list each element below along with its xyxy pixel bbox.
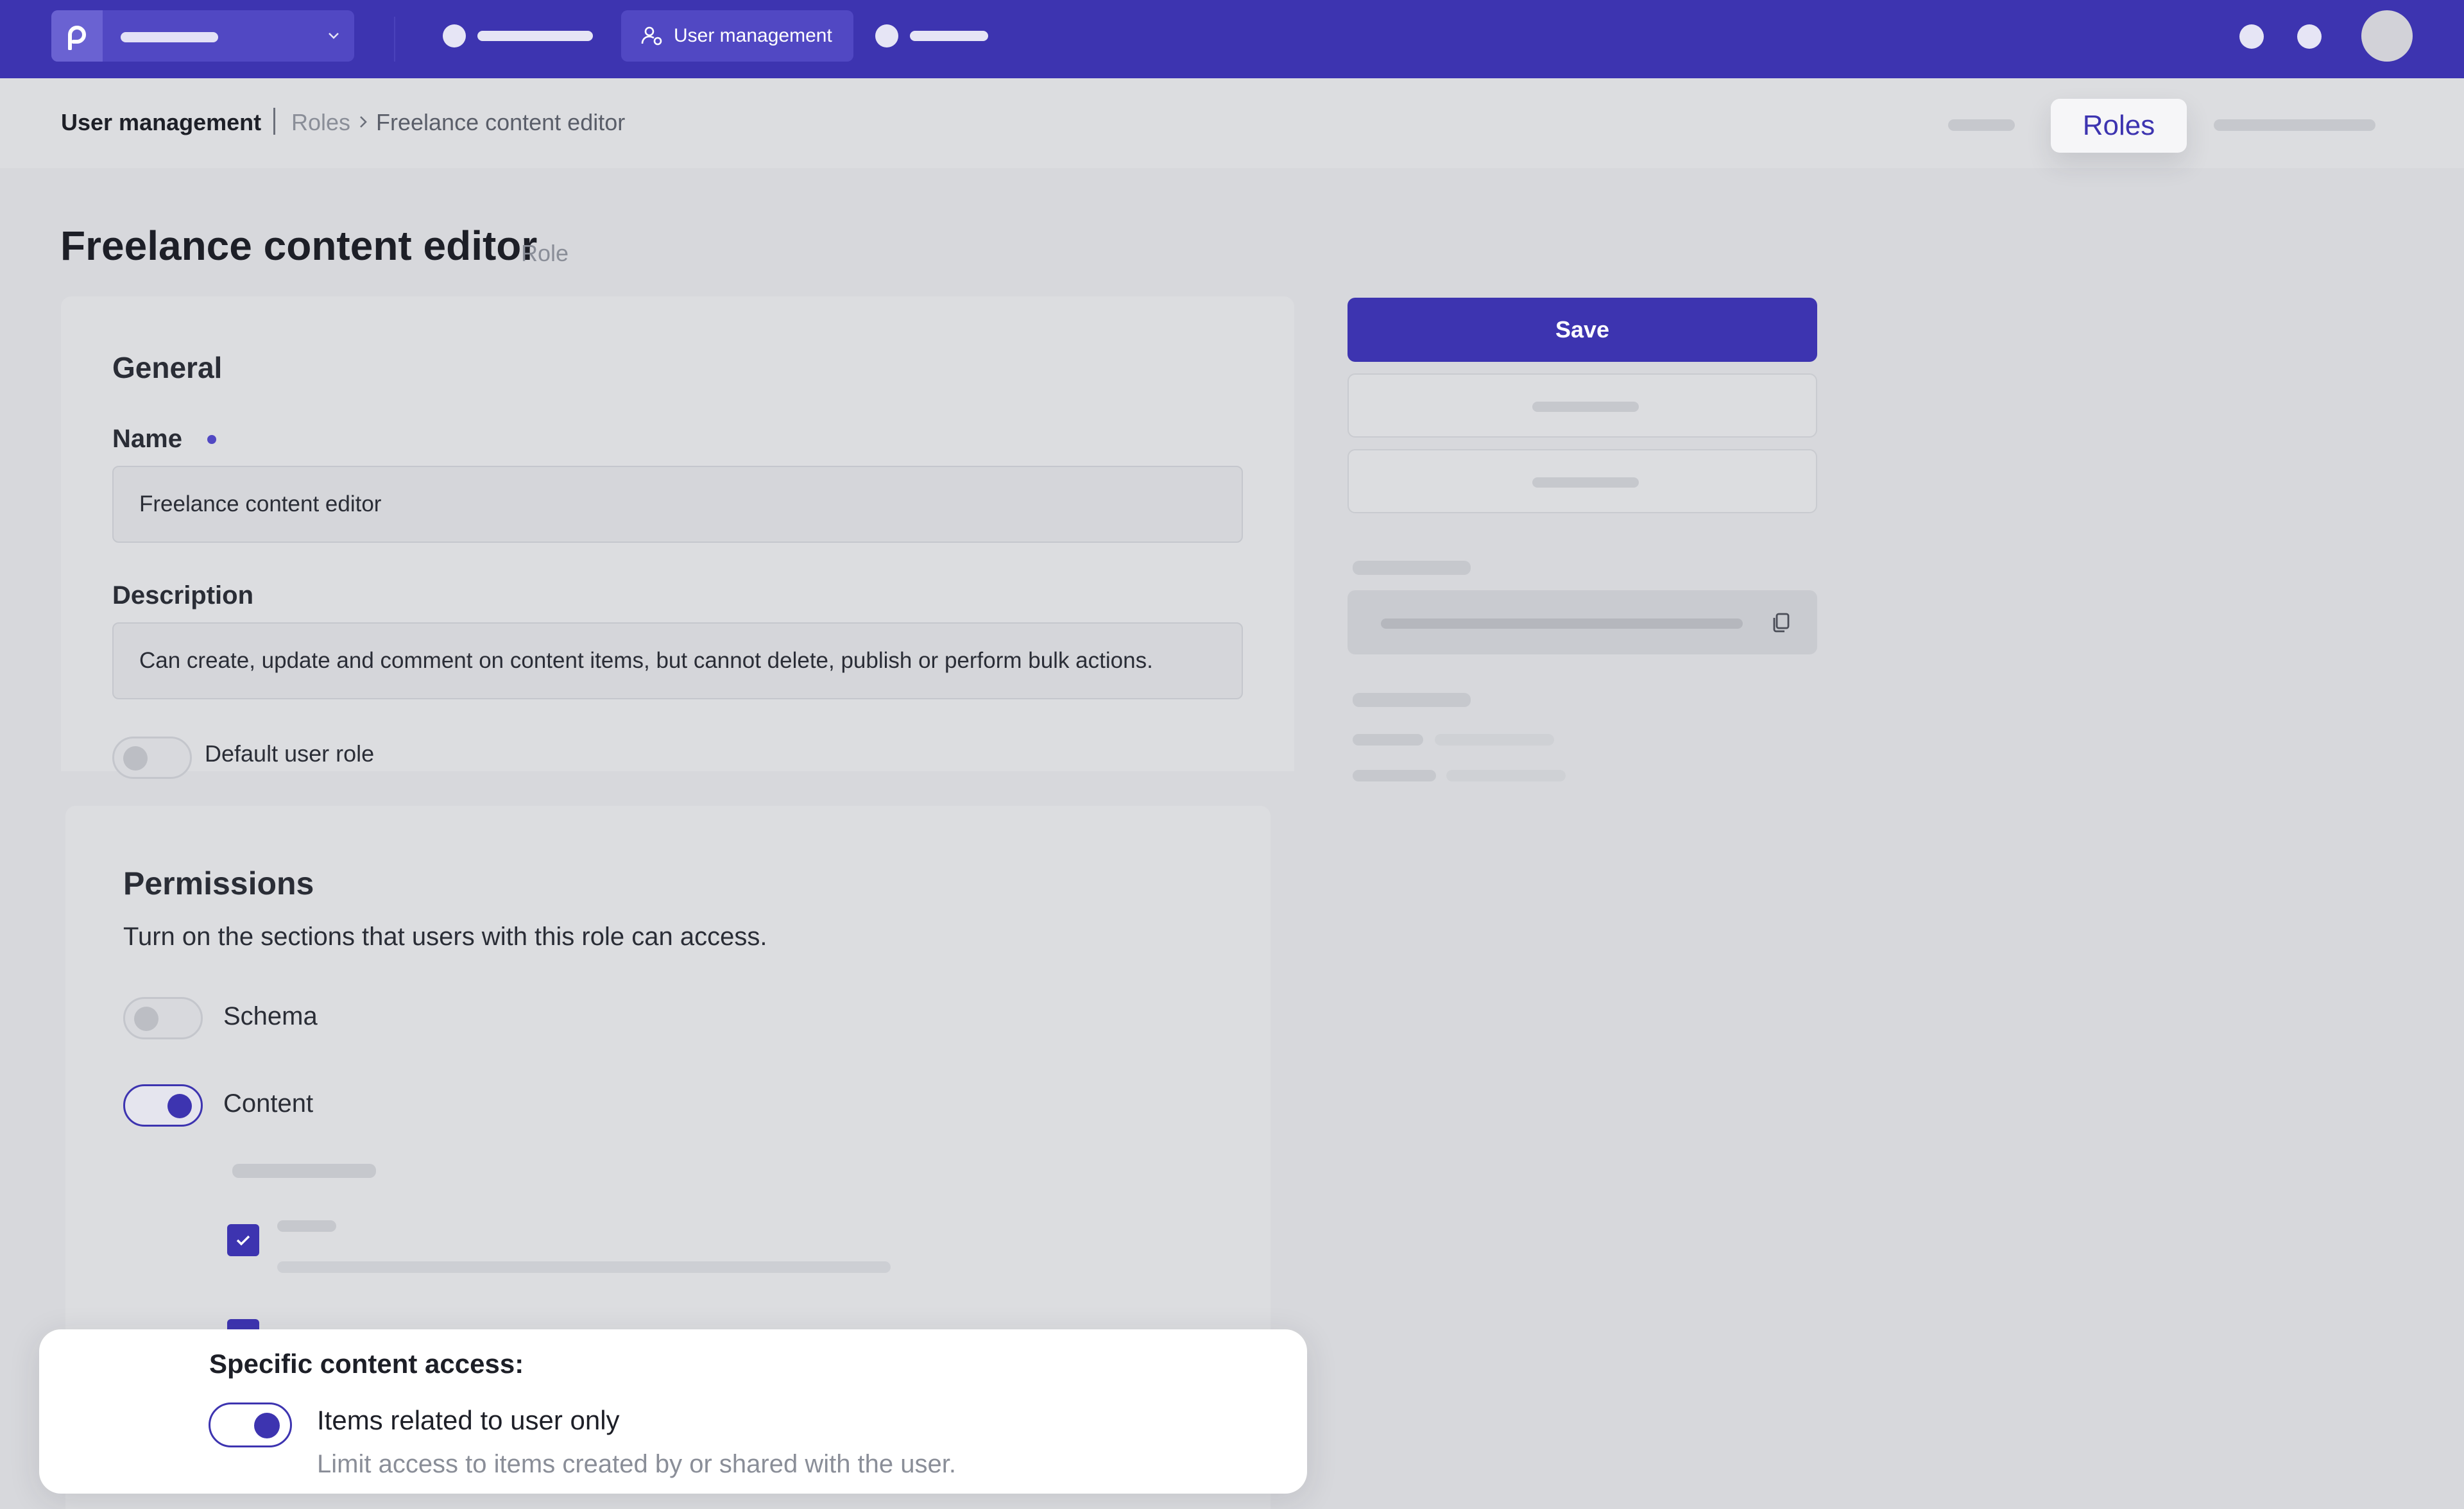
top-navigation-bar: User management	[0, 0, 2464, 78]
description-input[interactable]	[112, 622, 1243, 699]
name-input[interactable]	[112, 466, 1243, 543]
nav-item-icon[interactable]	[443, 24, 466, 47]
meta-value-placeholder	[1435, 734, 1554, 746]
button-label-placeholder	[1532, 402, 1639, 412]
content-toggle[interactable]	[123, 1084, 203, 1127]
check-icon	[236, 1235, 250, 1246]
items-related-hint: Limit access to items created by or shar…	[317, 1450, 956, 1478]
subnav-item-placeholder[interactable]	[2214, 119, 2375, 131]
role-id-placeholder	[1381, 618, 1743, 629]
nav-item-label: User management	[674, 25, 832, 46]
notifications-icon[interactable]	[2297, 24, 2322, 49]
breadcrumb-section: User management	[61, 109, 262, 135]
required-indicator	[207, 435, 216, 444]
role-id-field	[1348, 590, 1817, 654]
toggle-knob	[123, 746, 148, 771]
name-label: Name	[112, 425, 182, 453]
meta-key-placeholder	[1353, 734, 1423, 746]
toggle-knob	[254, 1413, 280, 1438]
schema-label: Schema	[223, 1002, 318, 1030]
default-role-toggle[interactable]	[112, 737, 192, 779]
content-label: Content	[223, 1089, 314, 1118]
breadcrumb-current: Freelance content editor	[376, 109, 626, 135]
toggle-knob	[134, 1007, 158, 1031]
user-settings-icon	[640, 24, 663, 47]
secondary-action-button[interactable]	[1348, 373, 1817, 438]
nav-item-label-placeholder[interactable]	[910, 31, 988, 41]
toggle-knob	[167, 1094, 192, 1118]
button-label-placeholder	[1532, 477, 1639, 488]
project-name-placeholder	[121, 32, 218, 42]
permission-checkbox[interactable]	[227, 1224, 259, 1256]
nav-item-icon[interactable]	[875, 24, 898, 47]
items-related-toggle[interactable]	[209, 1402, 292, 1447]
sub-heading-placeholder	[232, 1164, 376, 1178]
default-role-label: Default user role	[205, 740, 375, 767]
schema-toggle[interactable]	[123, 997, 203, 1039]
general-heading: General	[112, 351, 223, 384]
sub-header: User management Roles Freelance content …	[0, 78, 2464, 168]
project-switcher[interactable]	[51, 10, 354, 62]
tab-roles[interactable]: Roles	[2051, 99, 2187, 153]
topbar-divider	[394, 17, 395, 62]
meta-heading-placeholder	[1353, 693, 1471, 707]
permissions-description: Turn on the sections that users with thi…	[123, 923, 767, 951]
secondary-action-button[interactable]	[1348, 449, 1817, 513]
specific-content-access-popup: Specific content access: Items related t…	[39, 1329, 1307, 1494]
save-button[interactable]: Save	[1348, 298, 1817, 362]
meta-value-placeholder	[1446, 770, 1566, 781]
nav-item-label-placeholder[interactable]	[477, 31, 593, 41]
popup-title: Specific content access:	[209, 1349, 524, 1379]
help-icon[interactable]	[2239, 24, 2264, 49]
breadcrumb-divider	[273, 108, 275, 135]
app-logo-icon	[51, 10, 103, 62]
user-avatar[interactable]	[2361, 10, 2413, 62]
field-label-placeholder	[1353, 561, 1471, 575]
general-card: General Name Description Default user ro…	[61, 296, 1294, 779]
chevron-right-icon	[354, 113, 372, 131]
meta-key-placeholder	[1353, 770, 1436, 781]
breadcrumb-link-roles[interactable]: Roles	[291, 109, 350, 136]
copy-icon[interactable]	[1768, 610, 1794, 635]
permission-hint-placeholder	[277, 1261, 891, 1273]
subnav-item-placeholder[interactable]	[1948, 119, 2015, 131]
permission-label-placeholder	[277, 1220, 336, 1232]
permissions-heading: Permissions	[123, 865, 314, 901]
description-label: Description	[112, 581, 254, 610]
page-title: Freelance content editor	[60, 223, 538, 269]
chevron-down-icon	[325, 27, 343, 45]
nav-item-user-management[interactable]: User management	[621, 10, 853, 62]
items-related-label: Items related to user only	[317, 1405, 620, 1435]
page-title-tag: Role	[521, 240, 569, 266]
